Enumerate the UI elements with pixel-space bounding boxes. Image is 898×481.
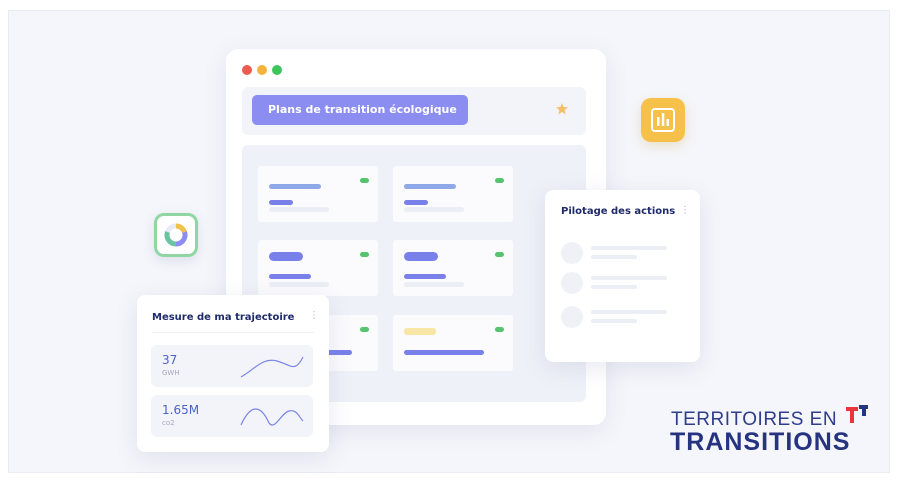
bar-chart-icon	[651, 108, 675, 132]
plan-card[interactable]	[393, 315, 513, 371]
actions-menu-button[interactable]: ⋮	[680, 206, 690, 216]
trajectory-panel: Mesure de ma trajectoire ⋮ 37 GWH 1.65M …	[137, 295, 329, 452]
status-badge	[495, 327, 504, 332]
window-header: Plans de transition écologique	[242, 87, 586, 135]
window-minimize-dot[interactable]	[257, 65, 267, 75]
co2-metric-card[interactable]: 1.65M co2	[151, 395, 313, 437]
status-badge	[360, 178, 369, 183]
status-badge	[495, 252, 504, 257]
actions-panel: Pilotage des actions ⋮	[545, 190, 700, 362]
wave-sparkline	[240, 408, 304, 426]
status-badge	[360, 327, 369, 332]
bar-chart-tile[interactable]	[641, 98, 685, 142]
trajectory-menu-button[interactable]: ⋮	[309, 311, 319, 321]
status-badge	[360, 252, 369, 257]
divider	[152, 332, 314, 333]
plan-card[interactable]	[393, 240, 513, 296]
plan-card[interactable]	[393, 166, 513, 222]
star-icon[interactable]	[555, 102, 569, 116]
metric-value: 37	[162, 353, 178, 367]
window-close-dot[interactable]	[242, 65, 252, 75]
metric-unit: GWH	[162, 369, 180, 377]
donut-chart-tile[interactable]	[154, 213, 198, 257]
donut-chart-icon	[164, 223, 188, 247]
plan-card[interactable]	[258, 166, 378, 222]
logo-mark-icon	[846, 405, 868, 423]
metric-unit: co2	[162, 419, 175, 427]
logo-text-bottom: TRANSITIONS	[670, 428, 851, 456]
metric-value: 1.65M	[162, 403, 200, 417]
plan-card[interactable]	[258, 240, 378, 296]
actions-panel-title: Pilotage des actions	[561, 206, 676, 217]
status-badge	[495, 178, 504, 183]
plans-title-button[interactable]: Plans de transition écologique	[252, 95, 468, 125]
window-maximize-dot[interactable]	[272, 65, 282, 75]
trend-sparkline	[240, 356, 304, 378]
energy-metric-card[interactable]: 37 GWH	[151, 345, 313, 387]
trajectory-panel-title: Mesure de ma trajectoire	[152, 312, 295, 323]
